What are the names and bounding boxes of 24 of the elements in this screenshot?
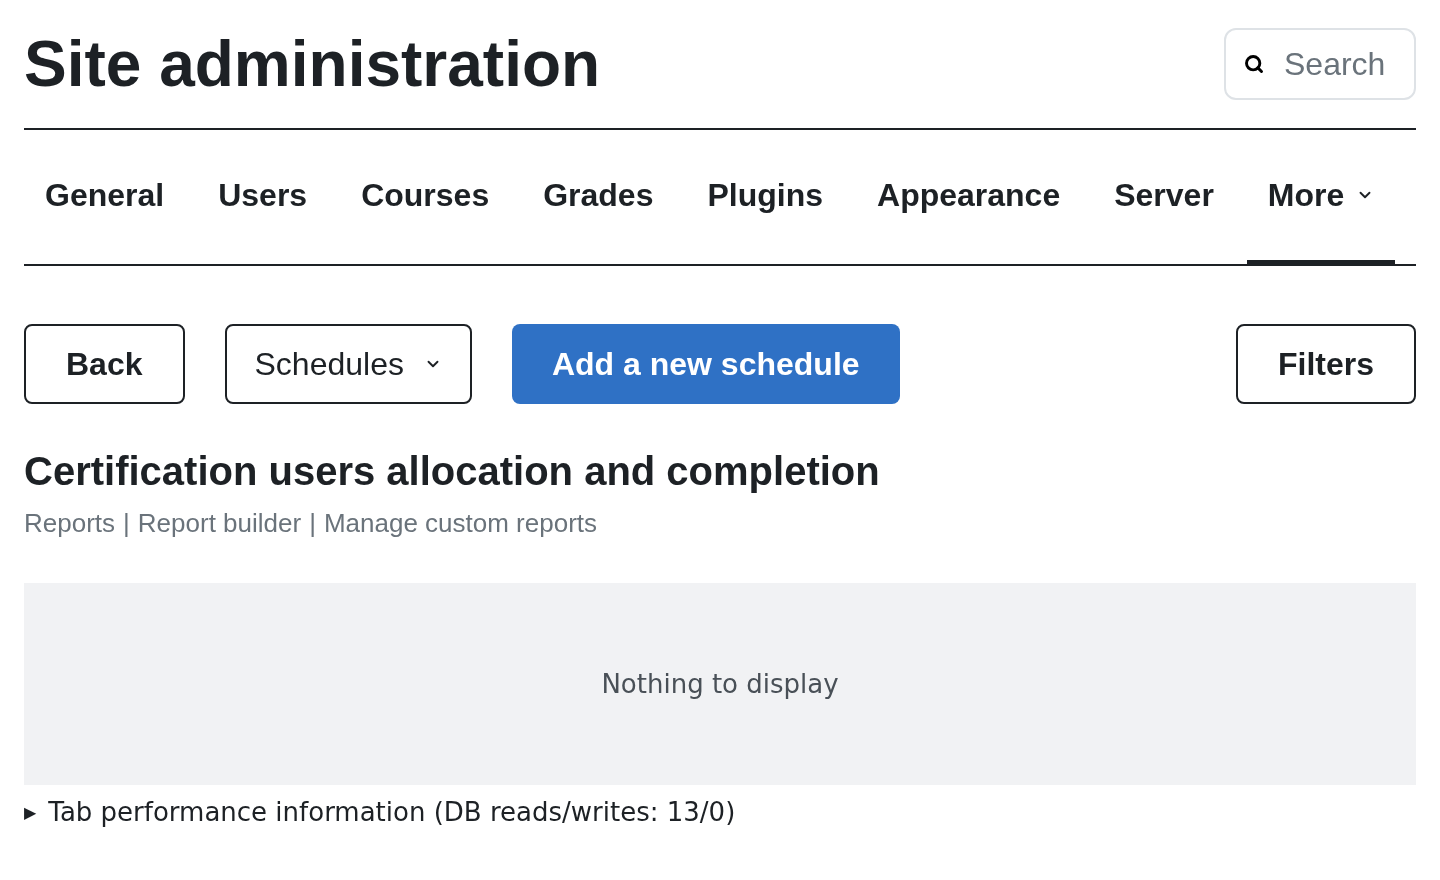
nav-tab[interactable]: Server [1093,130,1235,266]
breadcrumb-separator: | [123,507,130,540]
breadcrumb-link[interactable]: Manage custom reports [323,504,598,543]
search-icon [1244,54,1264,74]
nav-tab[interactable]: Appearance [856,130,1082,266]
report-title: Certification users allocation and completion [24,448,881,495]
empty-message: Nothing to display [601,667,839,701]
nav-tab[interactable]: More [1246,130,1396,266]
breadcrumb-link[interactable]: Reports [24,504,116,543]
filters-button[interactable]: Filters [1235,324,1416,404]
nav-tab[interactable]: Courses [340,130,511,266]
schedules-dropdown[interactable]: Schedules [224,324,472,404]
breadcrumb-separator: | [309,507,316,540]
nav-tab[interactable]: General [24,130,186,266]
nav-tab[interactable]: Plugins [686,130,844,266]
page-title: Site administration [24,32,601,96]
back-button[interactable]: Back [24,324,185,404]
expand-triangle[interactable]: ▶ [24,800,37,825]
add-schedule-button[interactable]: Add a new schedule [511,324,900,404]
nav-tab[interactable]: Users [197,130,329,266]
nav-tab[interactable]: Grades [522,130,675,266]
search-field[interactable]: Search [1224,28,1416,100]
breadcrumb-link[interactable]: Report builder [137,504,302,543]
performance-info[interactable]: Tab performance information (DB reads/writes: 13/0) [48,793,736,832]
